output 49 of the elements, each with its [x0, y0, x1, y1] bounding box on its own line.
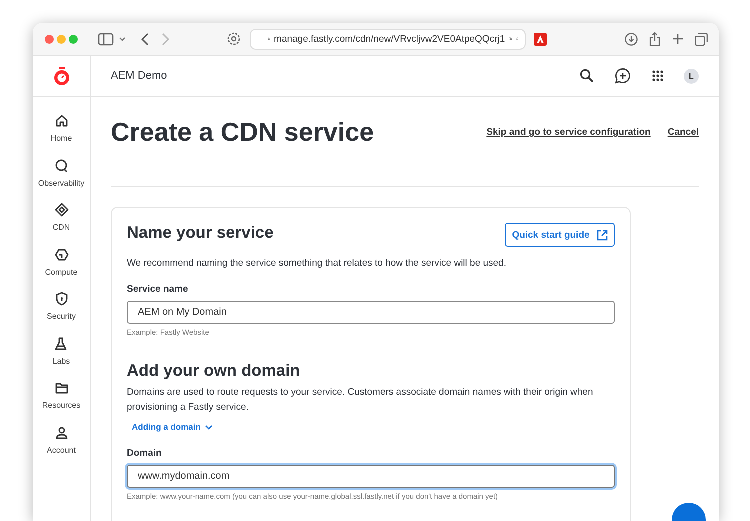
sidebar-item[interactable]: Security — [47, 312, 76, 321]
diamond-icon[interactable] — [54, 203, 68, 217]
chevron-down-icon — [204, 424, 213, 430]
new-tab-icon[interactable] — [672, 33, 684, 45]
sidebar-item[interactable]: Labs — [52, 356, 70, 366]
apps-grid-icon[interactable] — [652, 70, 664, 82]
header-link[interactable]: Skip and go to service configuration — [486, 127, 651, 138]
page-title: Create a CDN service — [111, 117, 376, 148]
input-field[interactable]: AEM on My Domain — [127, 301, 615, 324]
settings-icon[interactable] — [227, 32, 241, 46]
sidebar-item[interactable]: Compute — [45, 268, 78, 276]
section-heading: Name your service — [127, 223, 274, 243]
section-description: We recommend naming the service something that relates to how the service will be used. — [127, 257, 508, 271]
sidebar-icon[interactable] — [98, 32, 114, 46]
feedback-icon[interactable] — [615, 68, 631, 84]
back-icon[interactable] — [141, 32, 149, 46]
home-icon[interactable] — [54, 114, 68, 128]
address-bar[interactable]: manage.fastly.com/cdn/new/VRvcljvw2VE0AtpeQQcrj1 — [250, 28, 526, 50]
sidebar-item[interactable]: Account — [47, 446, 76, 454]
field-label: Domain — [127, 448, 163, 459]
section-description: Domains are used to route requests to your service. Customers associate domain names with their origin when provisioning a Fastly service. — [127, 386, 594, 415]
chevron-down-icon[interactable] — [119, 36, 126, 42]
header-link[interactable]: Cancel — [668, 127, 699, 138]
flask-icon[interactable] — [54, 336, 68, 350]
quick-start-button[interactable]: Quick start guide — [505, 223, 615, 247]
url-text: manage.fastly.com/cdn/new/VRvcljvw2VE0AtpeQQcrj1 — [274, 34, 506, 44]
user-avatar[interactable]: L — [684, 68, 699, 84]
section-heading: Add your own domain — [127, 361, 300, 381]
workspace-name[interactable]: AEM Demo — [111, 70, 168, 82]
magnifier-icon[interactable] — [54, 158, 68, 172]
folder-icon[interactable] — [54, 381, 68, 395]
extension-icon[interactable] — [534, 32, 547, 46]
hexagon-icon[interactable] — [54, 248, 68, 262]
person-icon[interactable] — [54, 426, 68, 440]
sidebar-item[interactable]: Resources — [42, 401, 81, 410]
search-icon[interactable] — [580, 69, 594, 83]
share-icon[interactable] — [649, 32, 661, 46]
stopwatch-logo-icon[interactable] — [52, 66, 70, 86]
sidebar-item[interactable]: CDN — [52, 223, 70, 232]
field-label: Service name — [127, 284, 190, 295]
tabs-overview-icon[interactable] — [695, 32, 708, 46]
download-icon[interactable] — [625, 32, 638, 46]
sidebar-item[interactable]: Home — [50, 134, 72, 143]
sidebar-item[interactable]: Observability — [38, 178, 85, 188]
disclosure-link[interactable]: Adding a domain — [127, 422, 213, 432]
input-field[interactable]: www.mydomain.com — [127, 465, 615, 488]
external-link-icon — [596, 230, 608, 240]
close-button[interactable] — [45, 34, 54, 44]
shield-icon[interactable] — [54, 292, 68, 306]
